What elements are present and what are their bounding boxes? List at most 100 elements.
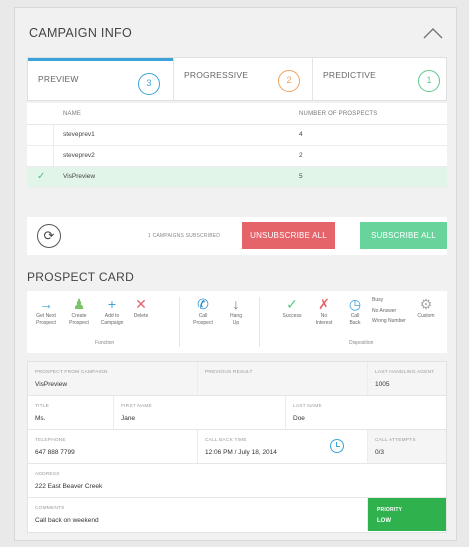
field-row: PROSPECT FROM CAMPAIGN VisPreview PREVIO… [28,362,446,396]
chevron-up-icon[interactable] [423,27,443,39]
field-value[interactable]: 222 East Beaver Creek [35,483,102,490]
field-call-attempts: CALL ATTEMPTS 0/3 [368,430,446,463]
prospect-card-title: PROSPECT CARD [27,270,135,284]
campaign-name: steveprev2 [63,152,95,159]
campaign-name: VisPreview [63,173,96,180]
prospect-toolbar: → Get Next Prospect ♟ Create Prospect + … [27,291,447,353]
unsubscribe-all-button[interactable]: UNSUBSCRIBE ALL [242,222,335,249]
tool-label: Success [282,313,302,319]
field-row: TITLE Ms. FIRST NAME Jane LAST NAME Doe [28,396,446,430]
get-next-prospect-button[interactable]: → Get Next Prospect [31,295,61,327]
tab-label: PREVIEW [38,74,79,84]
disposition-reasons: Busy No Answer Wrong Number [372,295,406,327]
field-label: CALL BACK TIME [205,438,247,443]
campaign-name: steveprev1 [63,131,95,138]
field-label: LAST HANDLING AGENT [375,370,435,375]
clock-icon[interactable] [330,439,344,453]
field-label: TITLE [35,404,50,409]
field-value: 1005 [375,381,390,388]
tab-label: PREDICTIVE [323,70,377,80]
tool-label: Delete [133,313,149,319]
reason-wrong-number[interactable]: Wrong Number [372,316,406,327]
field-value[interactable]: Jane [121,415,135,422]
tool-label: Create [71,313,87,319]
field-value[interactable]: Doe [293,415,305,422]
delete-button[interactable]: ✕ Delete [126,295,156,320]
subscribed-count: 1 CAMPAIGNS SUBSCRIBED [148,233,221,239]
tab-count-badge: 1 [418,70,440,92]
call-back-button[interactable]: ◷ Call Back [340,295,370,327]
divider [259,297,260,347]
field-label: PRIORITY [377,507,403,513]
tool-label: Prospect [36,320,56,326]
field-row: COMMENTS Call back on weekend PRIORITY L… [28,498,446,532]
tab-preview[interactable]: PREVIEW 3 [28,58,173,101]
reason-no-answer[interactable]: No Answer [372,306,406,317]
field-row: ADDRESS 222 East Beaver Creek [28,464,446,498]
field-value: VisPreview [35,381,68,388]
field-value[interactable]: 12:06 PM / July 18, 2014 [205,449,277,456]
field-value[interactable]: Call back on weekend [35,517,99,524]
x-icon: ✕ [135,296,147,312]
field-value: LOW [377,518,391,524]
table-row[interactable]: ✓ VisPreview 5 [27,167,447,188]
tool-label: Get Next [36,313,56,319]
field-label: TELEPHONE [35,438,66,443]
arrow-right-icon: → [39,296,53,312]
prospect-count: 2 [299,152,303,159]
table-row[interactable]: steveprev1 4 [27,125,447,146]
tab-count-badge: 2 [278,70,300,92]
no-interest-button[interactable]: ✗ No Interest [309,295,339,327]
check-icon: ✓ [286,296,298,312]
field-label: FIRST NAME [121,404,152,409]
campaign-table: NAME NUMBER OF PROSPECTS steveprev1 4 st… [27,103,447,188]
custom-button[interactable]: ⚙ Custom [411,295,441,320]
field-address[interactable]: ADDRESS 222 East Beaver Creek [28,464,446,497]
check-icon: ✓ [37,171,46,182]
plus-icon: + [107,296,117,312]
tab-progressive[interactable]: PROGRESSIVE 2 [173,58,312,101]
reason-busy[interactable]: Busy [372,295,406,306]
priority-badge[interactable]: PRIORITY LOW [368,498,446,531]
column-header-prospects: NUMBER OF PROSPECTS [299,111,378,117]
tool-label: No [320,313,328,319]
tab-predictive[interactable]: PREDICTIVE 1 [312,58,448,101]
field-telephone[interactable]: TELEPHONE 647 888 7799 [28,430,198,463]
field-title[interactable]: TITLE Ms. [28,396,114,429]
create-prospect-button[interactable]: ♟ Create Prospect [64,295,94,327]
call-prospect-button[interactable]: ✆ Call Prospect [188,295,218,327]
refresh-icon[interactable]: ⟳ [37,224,61,248]
no-interest-icon: ✗ [318,296,330,312]
field-label: ADDRESS [35,472,60,477]
tool-label: Add to [104,313,120,319]
field-value[interactable]: Ms. [35,415,45,422]
field-value[interactable]: 647 888 7799 [35,449,75,456]
tool-label: Prospect [69,320,89,326]
field-prospect-from-campaign: PROSPECT FROM CAMPAIGN VisPreview [28,362,198,395]
table-row[interactable]: steveprev2 2 [27,146,447,167]
column-header-name: NAME [63,111,82,117]
field-call-back-time[interactable]: CALL BACK TIME 12:06 PM / July 18, 2014 [198,430,368,463]
person-icon: ♟ [72,296,86,312]
field-last-handling-agent: LAST HANDLING AGENT 1005 [368,362,446,395]
tool-label: Interest [315,320,333,326]
field-row: TELEPHONE 647 888 7799 CALL BACK TIME 12… [28,430,446,464]
field-first-name[interactable]: FIRST NAME Jane [114,396,286,429]
field-label: PREVIOUS RESULT [205,370,253,375]
field-last-name[interactable]: LAST NAME Doe [286,396,446,429]
tab-count-badge: 3 [138,73,160,95]
field-comments[interactable]: COMMENTS Call back on weekend [28,498,368,531]
success-button[interactable]: ✓ Success [277,295,307,320]
prospect-count: 4 [299,131,303,138]
disposition-group-label: Disposition [349,340,374,346]
subscribe-all-button[interactable]: SUBSCRIBE ALL [360,222,447,249]
add-to-campaign-button[interactable]: + Add to Campaign [97,295,127,327]
campaign-tabs: PREVIEW 3 PROGRESSIVE 2 PREDICTIVE 1 [27,57,447,101]
hang-up-button[interactable]: ↓ Hang Up [221,295,251,327]
tool-label: Back [349,320,361,326]
tool-label: Call [350,313,360,319]
tool-label: Up [232,320,240,326]
tool-label: Campaign [100,320,124,326]
field-value: 0/3 [375,449,385,456]
clock-icon: ◷ [348,296,362,312]
